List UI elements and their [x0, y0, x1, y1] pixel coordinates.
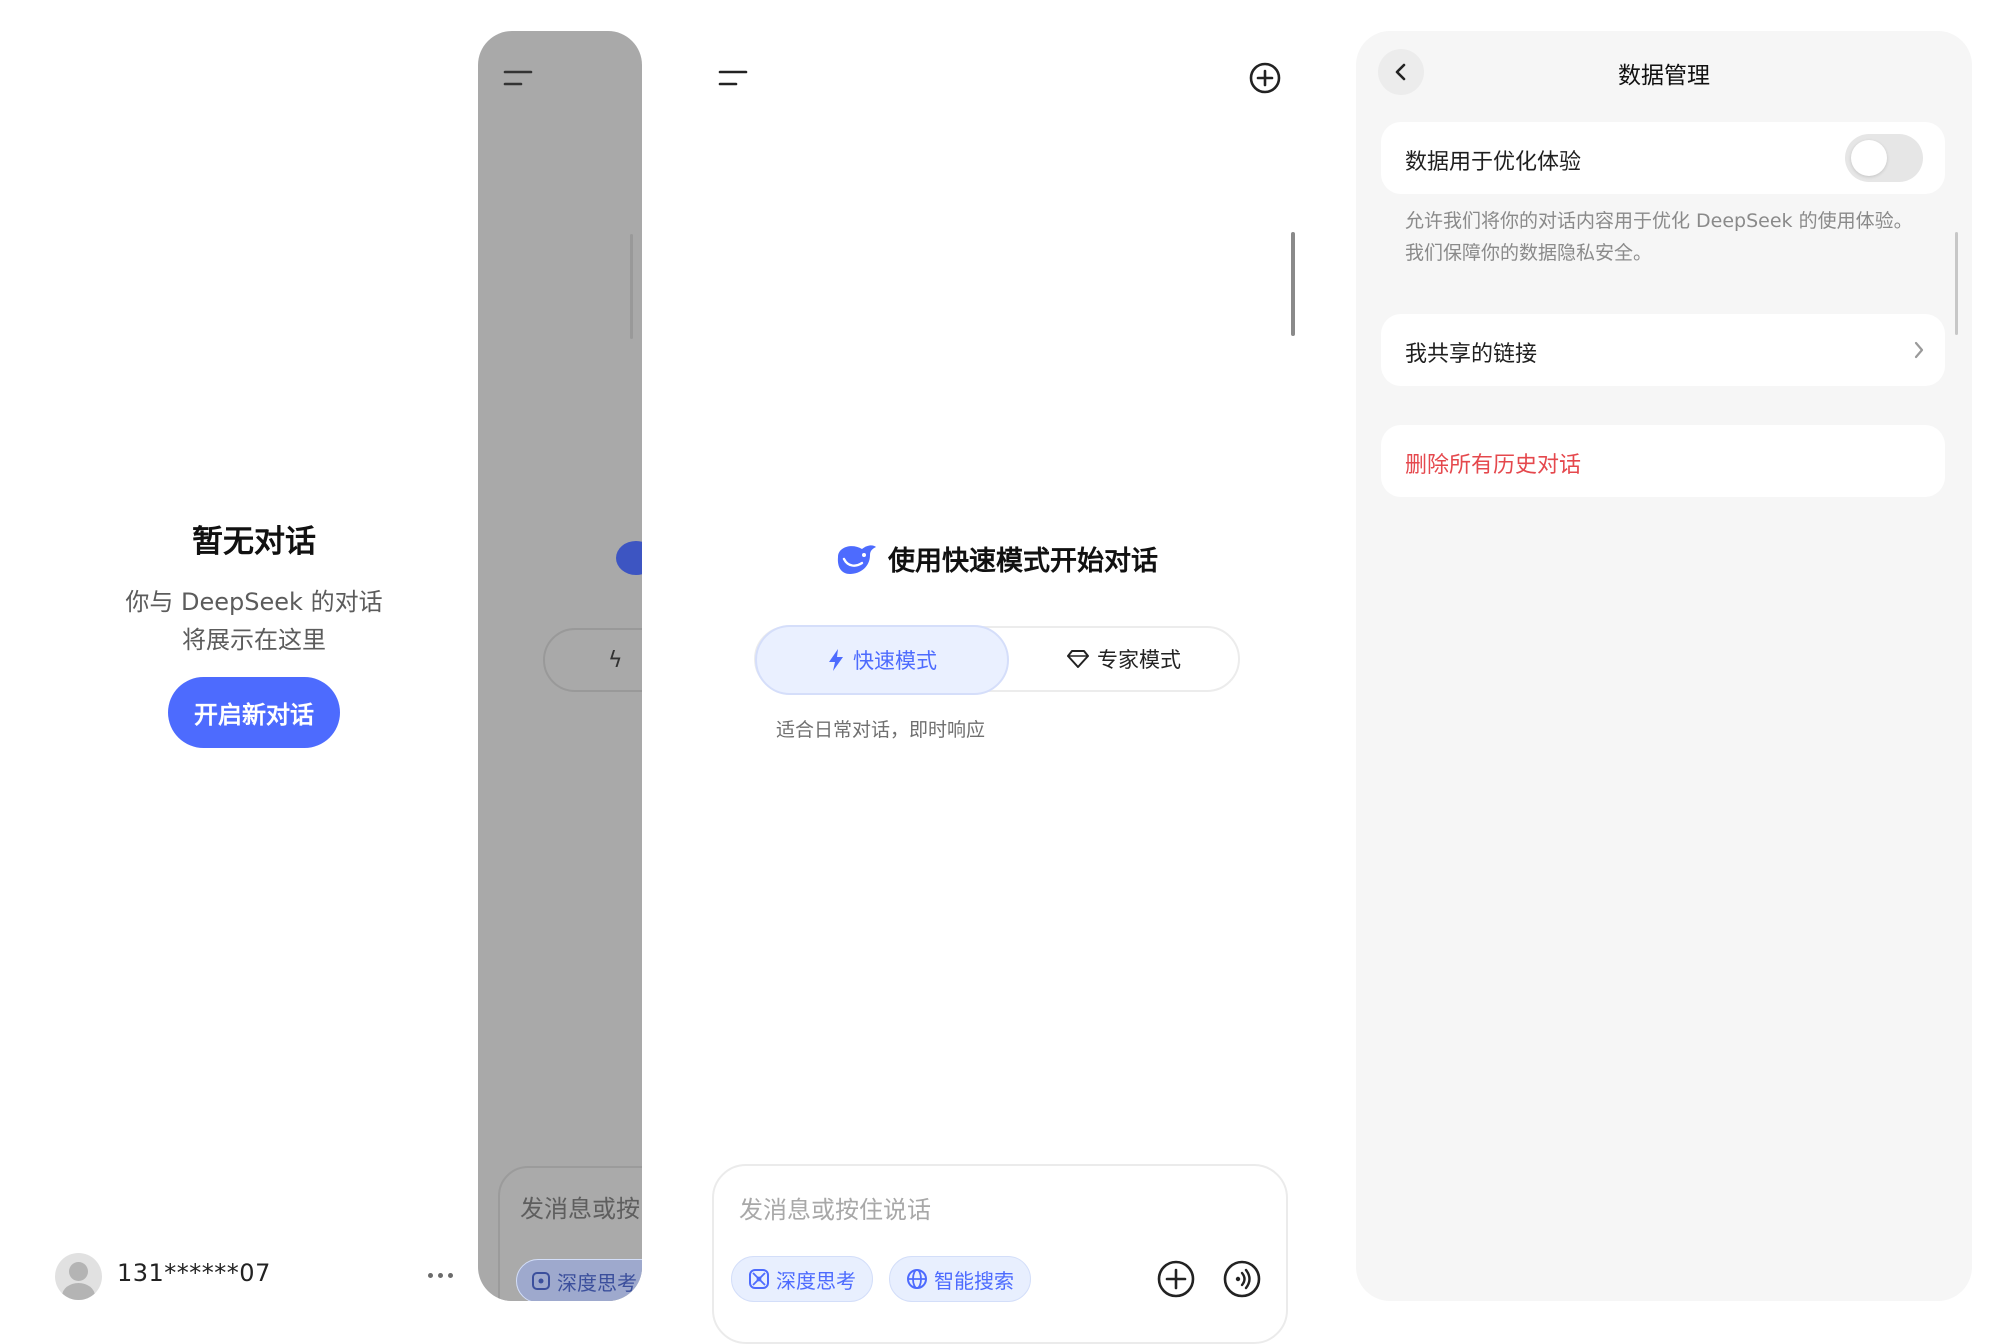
dimmed-chat-preview[interactable]: ϟ 发消息或按 深度思考 — [478, 31, 642, 1301]
delete-all-history-row[interactable]: 删除所有历史对话 — [1381, 425, 1945, 497]
shared-links-row[interactable]: 我共享的链接 — [1381, 314, 1945, 386]
attach-plus-icon[interactable] — [1156, 1259, 1196, 1299]
whale-logo-icon — [837, 544, 876, 574]
smart-search-toggle[interactable]: 智能搜索 — [889, 1256, 1031, 1302]
welcome-header: 使用快速模式开始对话 — [834, 539, 1158, 578]
deep-think-chip-preview: 深度思考 — [516, 1259, 642, 1301]
user-name[interactable]: 131******07 — [117, 1259, 271, 1287]
expert-mode-button[interactable]: 专家模式 — [1010, 627, 1238, 691]
scrollbar[interactable] — [1955, 232, 1958, 335]
globe-icon — [907, 1269, 927, 1289]
page-title: 数据管理 — [1618, 63, 1710, 89]
voice-icon[interactable] — [1222, 1259, 1262, 1299]
welcome-text: 使用快速模式开始对话 — [888, 546, 1158, 577]
menu-icon — [503, 70, 533, 86]
sidebar-panel — [0, 0, 478, 1333]
optimize-experience-toggle[interactable] — [1845, 134, 1923, 182]
atom-icon — [532, 1272, 550, 1290]
optimize-experience-description: 允许我们将你的对话内容用于优化 DeepSeek 的使用体验。我们保障你的数据隐… — [1405, 210, 1913, 264]
new-chat-button[interactable]: 开启新对话 — [168, 677, 340, 748]
new-chat-icon[interactable] — [1248, 61, 1282, 95]
deep-think-label: 深度思考 — [776, 1268, 856, 1293]
chevron-right-icon — [1914, 341, 1924, 359]
message-input-placeholder[interactable]: 发消息或按住说话 — [739, 1190, 931, 1225]
scrollbar[interactable] — [1291, 232, 1295, 336]
scrollbar — [630, 234, 633, 339]
toggle-knob — [1851, 140, 1887, 176]
avatar[interactable] — [55, 1253, 102, 1300]
fast-mode-label: 快速模式 — [853, 649, 937, 673]
whale-logo-icon — [616, 541, 642, 575]
mode-switch-preview — [543, 628, 642, 692]
input-placeholder-preview: 发消息或按 — [520, 1195, 640, 1223]
more-options-button[interactable] — [420, 1260, 460, 1290]
smart-search-label: 智能搜索 — [934, 1268, 1014, 1293]
diamond-icon — [1067, 650, 1089, 668]
deep-think-toggle[interactable]: 深度思考 — [731, 1256, 873, 1302]
delete-all-history-label: 删除所有历史对话 — [1405, 453, 1582, 478]
optimize-experience-label: 数据用于优化体验 — [1405, 150, 1582, 175]
menu-icon[interactable] — [718, 67, 748, 89]
fast-mode-button[interactable]: 快速模式 — [755, 625, 1009, 695]
empty-state-description-line2: 将展示在这里 — [182, 626, 326, 654]
empty-state-description-line1: 你与 DeepSeek 的对话 — [125, 588, 383, 616]
atom-icon — [749, 1269, 769, 1289]
bolt-icon — [829, 649, 843, 671]
empty-state-title: 暂无对话 — [192, 524, 316, 560]
mode-description: 适合日常对话，即时响应 — [776, 719, 986, 741]
shared-links-label: 我共享的链接 — [1405, 342, 1538, 367]
deep-think-chip-preview-label: 深度思考 — [557, 1270, 637, 1295]
expert-mode-label: 专家模式 — [1097, 648, 1181, 672]
bolt-icon: ϟ — [608, 648, 623, 673]
ellipsis-icon — [427, 1272, 433, 1278]
